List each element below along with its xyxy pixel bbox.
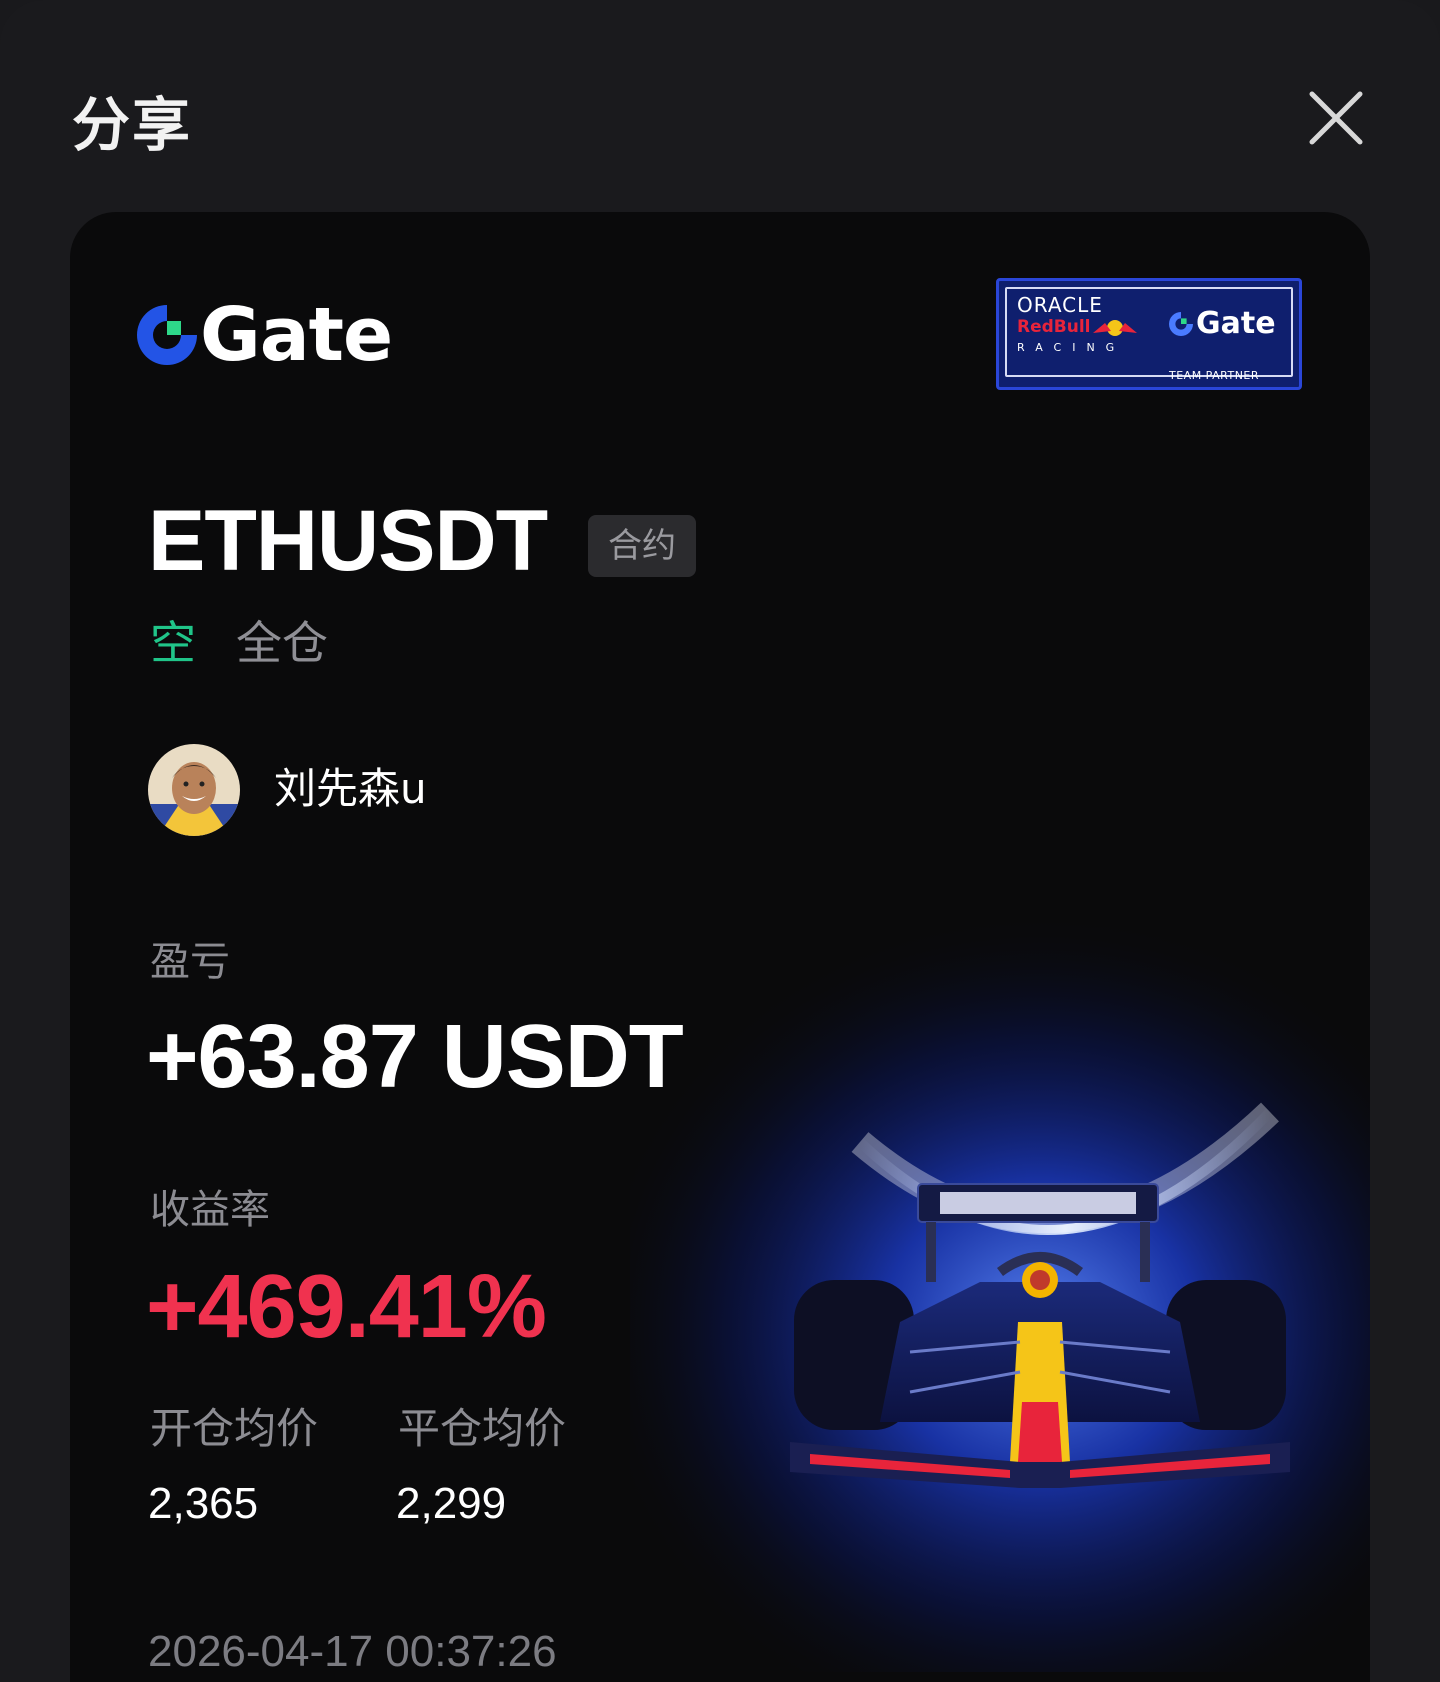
gate-logo-icon — [137, 305, 197, 365]
close-icon — [1309, 91, 1363, 145]
username: 刘先森u — [274, 764, 427, 813]
entry-price-label: 开仓均价 — [150, 1404, 319, 1453]
pnl-label: 盈亏 — [150, 939, 230, 985]
race-car-image — [790, 1183, 1290, 1488]
bulls-icon — [1093, 320, 1137, 336]
position-side: 空 — [150, 616, 196, 670]
close-button[interactable] — [1300, 82, 1372, 154]
exit-price-value: 2,299 — [396, 1479, 507, 1528]
share-card: Gate ORACLE RedBull RACING Gate TEAM PAR… — [70, 212, 1370, 1682]
avatar-image — [148, 744, 240, 836]
partner-line3: RACING — [1017, 341, 1126, 354]
contract-tag: 合约 — [588, 515, 696, 577]
roi-label: 收益率 — [150, 1187, 270, 1233]
trading-pair: ETHUSDT — [148, 493, 548, 589]
partner-line2: RedBull — [1017, 317, 1091, 337]
partner-line1: ORACLE — [1017, 293, 1103, 317]
gate-brand-logo: Gate — [132, 292, 393, 378]
share-timestamp: 2026-04-17 00:37:26 — [148, 1627, 557, 1676]
margin-mode: 全仓 — [236, 616, 328, 670]
partner-brand: Gate — [1196, 306, 1276, 341]
partner-gate-logo: Gate — [1167, 309, 1276, 339]
gate-logo-icon — [1169, 312, 1193, 336]
brand-name: Gate — [200, 292, 393, 378]
sheet-title: 分享 — [72, 91, 193, 159]
partner-badge: ORACLE RedBull RACING Gate TEAM PARTNER — [996, 278, 1302, 390]
exit-price-label: 平仓均价 — [398, 1404, 567, 1453]
partner-caption: TEAM PARTNER — [1169, 369, 1260, 382]
entry-price-value: 2,365 — [148, 1479, 259, 1528]
roi-value: +469.41% — [146, 1257, 547, 1357]
share-sheet: 分享 Gate ORACLE RedBull RACING Gate TEAM … — [0, 0, 1440, 1682]
pnl-value: +63.87 USDT — [146, 1007, 684, 1107]
avatar — [148, 744, 240, 836]
